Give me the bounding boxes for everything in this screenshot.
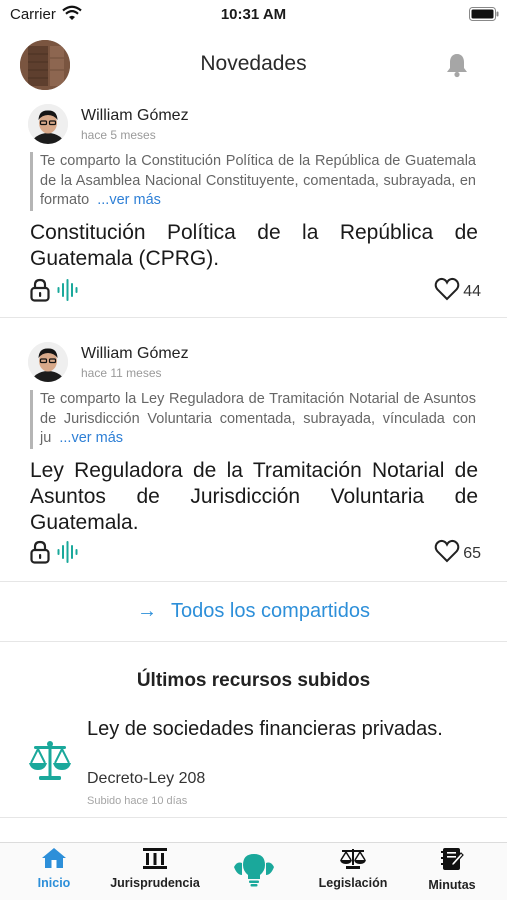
all-shared-label: Todos los compartidos: [171, 600, 370, 622]
resource-subtitle: Decreto-Ley 208: [87, 770, 206, 787]
tab-label: Inicio: [37, 876, 71, 890]
status-bar: Carrier 10:31 AM: [0, 0, 507, 30]
post-time: hace 5 meses: [81, 128, 156, 142]
author-avatar[interactable]: [28, 104, 68, 144]
post-excerpt: Te comparto la Ley Reguladora de Tramita…: [30, 390, 476, 449]
see-more-link[interactable]: ...ver más: [59, 430, 123, 446]
tab-label: Minutas: [428, 878, 476, 892]
bell-icon[interactable]: [445, 52, 469, 83]
lock-icon: [29, 278, 51, 307]
tab-bar: Inicio Jurisprudencia Legislación Minuta…: [0, 842, 507, 900]
scales-icon: [310, 847, 396, 872]
see-more-link[interactable]: ...ver más: [97, 192, 161, 208]
post-title[interactable]: Constitución Política de la República de…: [30, 220, 478, 272]
audio-wave-icon: [57, 278, 81, 307]
arrow-right-icon: →: [137, 600, 157, 622]
tab-label: Jurisprudencia: [110, 876, 200, 890]
tab-jurisprudencia[interactable]: Jurisprudencia: [100, 847, 210, 890]
scales-icon: [28, 740, 72, 787]
post-excerpt: Te comparto la Constitución Política de …: [30, 152, 476, 211]
notebook-icon: [420, 847, 484, 874]
like-count: 44: [463, 282, 481, 300]
post-title[interactable]: Ley Reguladora de la Tramitación Notaria…: [30, 458, 478, 536]
resource-date: Subido hace 10 días: [87, 795, 188, 807]
audio-wave-icon: [57, 540, 81, 569]
tab-center[interactable]: [230, 853, 278, 894]
heart-icon[interactable]: [434, 539, 460, 568]
header: Novedades: [0, 36, 507, 92]
lock-icon: [29, 540, 51, 569]
resource-item[interactable]: Ley de sociedades financieras privadas. …: [0, 714, 507, 818]
post-time: hace 11 meses: [81, 366, 162, 380]
clock: 10:31 AM: [220, 6, 287, 23]
author-name[interactable]: William Gómez: [81, 345, 189, 363]
home-icon: [28, 847, 80, 872]
tab-inicio[interactable]: Inicio: [28, 847, 80, 890]
tab-minutas[interactable]: Minutas: [420, 847, 484, 892]
tab-legislacion[interactable]: Legislación: [310, 847, 396, 890]
like-control[interactable]: 65: [434, 539, 481, 568]
post-card[interactable]: William Gómez hace 11 meses Te comparto …: [0, 330, 507, 582]
like-control[interactable]: 44: [434, 277, 481, 306]
page-title: Novedades: [200, 52, 307, 75]
section-title: Últimos recursos subidos: [136, 670, 371, 691]
lightbulb-icon: [230, 853, 278, 890]
resource-title[interactable]: Ley de sociedades financieras privadas.: [87, 716, 477, 742]
tab-label: Legislación: [318, 876, 388, 890]
heart-icon[interactable]: [434, 277, 460, 306]
author-name[interactable]: William Gómez: [81, 107, 189, 125]
all-shared-link[interactable]: → Todos los compartidos: [0, 582, 507, 642]
battery-icon: [469, 7, 499, 26]
columns-icon: [100, 847, 210, 872]
author-avatar[interactable]: [28, 342, 68, 382]
post-card[interactable]: William Gómez hace 5 meses Te comparto l…: [0, 92, 507, 318]
like-count: 65: [463, 544, 481, 562]
